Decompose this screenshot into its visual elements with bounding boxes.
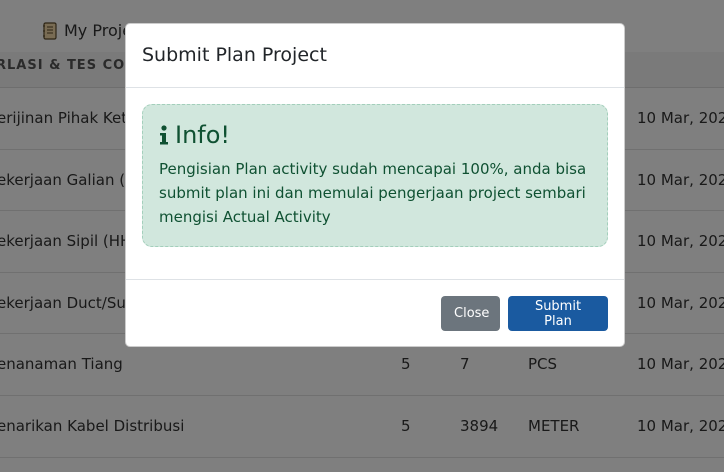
submit-plan-modal: Submit Plan Project Info! Pengisian Plan… [125, 23, 625, 347]
alert-message: Pengisian Plan activity sudah mencapai 1… [159, 160, 587, 226]
close-button[interactable]: Close [441, 296, 500, 331]
page: My Proje RLASI & TES COM erijinan Pihak … [0, 0, 724, 472]
modal-title: Submit Plan Project [142, 44, 327, 66]
alert-heading: Info! [159, 121, 591, 149]
modal-footer: Close Submit Plan [126, 279, 624, 346]
submit-plan-button[interactable]: Submit Plan [508, 296, 608, 331]
info-alert: Info! Pengisian Plan activity sudah menc… [142, 104, 608, 247]
info-icon [160, 125, 168, 145]
modal-header: Submit Plan Project [126, 24, 624, 88]
modal-body: Info! Pengisian Plan activity sudah menc… [126, 88, 624, 279]
alert-heading-text: Info! [175, 121, 231, 149]
